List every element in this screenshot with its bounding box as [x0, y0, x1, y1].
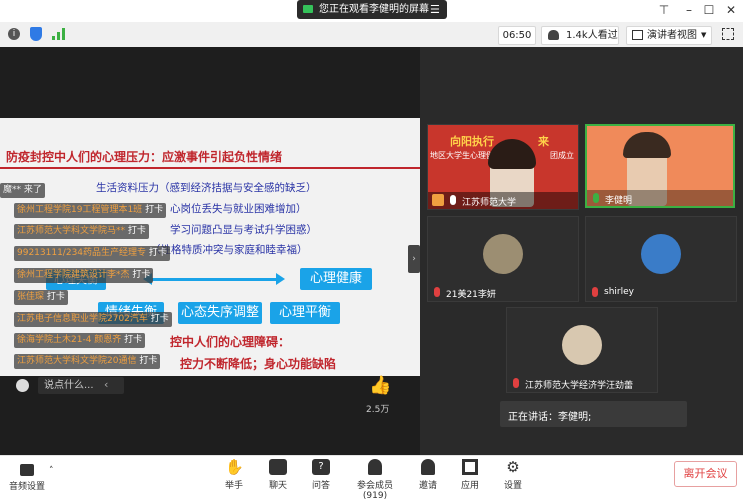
raise-hand-label: 举手: [224, 481, 243, 491]
slide-box-mental-balance: 心理平衡: [270, 302, 340, 324]
share-icon: [303, 5, 313, 13]
video-tile[interactable]: 向阳执行 来 地区大学生心理健康 团成立 江苏师范大学: [427, 124, 579, 210]
slide-line: 心岗位丢失与就业困难增加）: [170, 203, 307, 215]
danmu-comment: 徐州工程学院19工程管理本1班 打卡: [14, 203, 167, 218]
minimize-button[interactable]: –: [680, 2, 698, 18]
thumbs-up-icon[interactable]: 👍: [369, 375, 391, 396]
layout-icon: [632, 30, 643, 40]
slide-bottom-line: 控中人们的心理障碍：: [170, 335, 291, 349]
audio-settings-button[interactable]: 音频设置: [2, 459, 52, 492]
raise-hand-button[interactable]: ✋ 举手: [209, 459, 259, 491]
maximize-button[interactable]: ☐: [700, 2, 718, 18]
qa-button[interactable]: ? 问答: [296, 459, 346, 491]
slide-title: 防疫封控中人们的心理压力：应激事件引起负性情绪: [6, 150, 283, 164]
chevron-down-icon: ▼: [701, 31, 707, 39]
mic-icon: [593, 193, 599, 203]
video-tile[interactable]: 21美21李妍: [427, 216, 579, 302]
apps-icon: [462, 459, 478, 475]
danmu-comment: 江苏师范大学科文学院20通信 打卡: [14, 354, 161, 369]
mic-off-icon: [513, 378, 519, 388]
danmu-comment: 徐州工程学院建筑设计李*杰 打卡: [14, 268, 154, 283]
participant-name: 江苏师范大学: [462, 198, 517, 208]
danmu-comment: 江苏电子信息职业学院2702汽车 打卡: [14, 312, 172, 327]
danmu-comment: 徐海学院土木21-4 颜恩齐 打卡: [14, 333, 146, 348]
banner-text: 团成立: [550, 151, 574, 160]
participant-name: 江苏师范大学经济学汪劲蕾: [525, 381, 634, 391]
collapse-panel-button[interactable]: ›: [408, 245, 420, 273]
invite-label: 邀请: [418, 481, 437, 491]
participants-button[interactable]: 参会成员(919): [345, 459, 405, 501]
hand-icon: ✋: [225, 458, 244, 476]
close-button[interactable]: ✕: [722, 2, 740, 18]
mic-icon: [450, 195, 456, 205]
video-tile[interactable]: 李健明: [585, 124, 735, 208]
slide-line: （性格特质冲突与家庭和睦幸福）: [150, 244, 308, 256]
question-icon: ?: [312, 459, 330, 475]
slide-bottom-line: 控力不断降低；身心功能缺陷: [180, 357, 337, 371]
menu-icon[interactable]: ☰: [430, 0, 440, 19]
participant-name: 21美21李妍: [446, 290, 496, 300]
avatar-icon: [432, 194, 444, 206]
speaking-text: 正在讲话：李健明;: [508, 412, 592, 423]
person-hair: [488, 139, 536, 169]
participant-name: 李健明: [605, 196, 633, 206]
pin-icon[interactable]: ⊤: [655, 2, 673, 18]
qa-label: 问答: [311, 481, 330, 491]
shield-icon[interactable]: [30, 27, 42, 41]
settings-button[interactable]: ⚙ 设置: [488, 459, 538, 491]
danmu-comment: 江苏师范大学科文学院马** 打卡: [14, 224, 149, 239]
danmu-comment: 99213111/234药品生产经理专 打卡: [14, 246, 170, 261]
gear-icon: ⚙: [506, 458, 520, 476]
signal-icon[interactable]: [52, 28, 66, 40]
video-tile[interactable]: 江苏师范大学经济学汪劲蕾: [506, 307, 658, 393]
viewers-count: 1.4k人看过: [566, 30, 618, 41]
chevron-left-icon[interactable]: ‹: [104, 378, 108, 391]
slide-box-mental-health: 心理健康: [300, 268, 372, 290]
leave-meeting-button[interactable]: 离开会议: [674, 461, 737, 487]
chat-label: 聊天: [268, 481, 287, 491]
meeting-timer: 06:50: [498, 26, 536, 45]
slide-box-mindset-adjust: 心态失序调整: [178, 302, 262, 324]
slide-line: 学习问题凸显与考试升学困惑）: [170, 224, 317, 236]
audio-settings-label: 音频设置: [8, 482, 45, 492]
avatar: [483, 234, 523, 274]
danmu-comment: 魔** 来了: [0, 183, 45, 198]
avatar: [641, 234, 681, 274]
likes-count: 2.5万: [366, 405, 390, 415]
screen-share-notice[interactable]: 您正在观看李健明的屏幕 ☰: [297, 0, 447, 19]
participants-label: 参会成员(919): [356, 481, 393, 501]
mic-off-icon: [434, 287, 440, 297]
view-mode-dropdown[interactable]: 演讲者视图 ▼: [626, 26, 712, 45]
speaking-indicator: 正在讲话：李健明;: [500, 401, 687, 427]
emoji-icon[interactable]: [16, 379, 29, 392]
settings-label: 设置: [503, 481, 522, 491]
arrow-right-head: [276, 273, 285, 285]
chat-icon: [269, 459, 287, 475]
viewers-button[interactable]: 1.4k人看过: [541, 26, 619, 45]
video-tile[interactable]: shirley: [585, 216, 737, 302]
fullscreen-icon[interactable]: [722, 28, 734, 40]
double-arrow: [150, 278, 278, 281]
slide-line: 生活资料压力（感到经济拮据与安全感的缺乏）: [96, 182, 317, 194]
mic-off-icon: [592, 287, 598, 297]
participant-name: shirley: [604, 287, 634, 297]
share-notice-text: 您正在观看李健明的屏幕: [319, 4, 429, 15]
comment-input[interactable]: 说点什么...: [38, 377, 124, 394]
people-icon: [368, 459, 382, 475]
speaker-icon: [20, 464, 34, 476]
view-mode-label: 演讲者视图: [647, 30, 697, 41]
chevron-up-icon[interactable]: ˄: [49, 466, 54, 476]
banner-text: 向阳执行: [450, 135, 494, 148]
banner-text: 来: [538, 135, 549, 148]
info-icon[interactable]: i: [8, 28, 20, 40]
apps-label: 应用: [460, 481, 479, 491]
slide-divider: [0, 167, 420, 169]
avatar: [562, 325, 602, 365]
danmu-comment: 张佳琛 打卡: [14, 290, 68, 305]
people-icon: [548, 30, 559, 40]
add-person-icon: [421, 459, 435, 475]
